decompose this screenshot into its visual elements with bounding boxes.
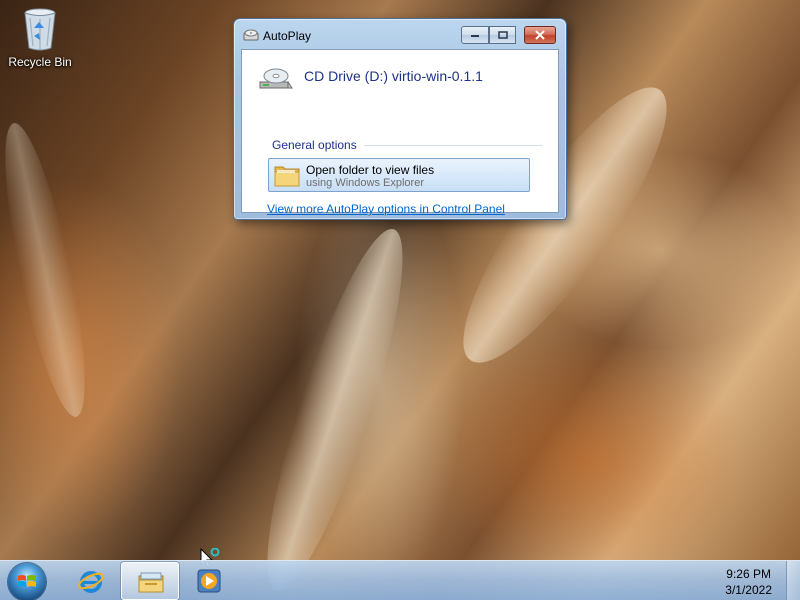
close-button[interactable] — [524, 26, 556, 44]
open-folder-option[interactable]: Open folder to view files using Windows … — [268, 158, 530, 192]
taskbar-windows-explorer[interactable] — [121, 562, 179, 600]
taskbar: 9:26 PM 3/1/2022 — [0, 560, 800, 600]
clock-time: 9:26 PM — [726, 567, 771, 581]
wallpaper-highlight — [0, 118, 101, 422]
title-bar[interactable]: AutoPlay — [234, 19, 566, 49]
windows-logo-icon — [17, 573, 37, 591]
option-subtitle: using Windows Explorer — [306, 177, 424, 189]
show-desktop-button[interactable] — [786, 561, 800, 600]
internet-explorer-icon — [77, 567, 105, 595]
desktop-icon-recycle-bin[interactable]: Recycle Bin — [6, 6, 74, 69]
clock-date: 3/1/2022 — [725, 583, 772, 597]
taskbar-internet-explorer[interactable] — [62, 562, 120, 600]
window-title: AutoPlay — [263, 29, 312, 43]
drive-title: CD Drive (D:) virtio-win-0.1.1 — [304, 68, 483, 84]
cd-drive-icon — [258, 66, 294, 96]
folder-library-icon — [137, 568, 165, 596]
autoplay-window: AutoPlay CD Drive (D:) virtio-win-0.1.1 — [233, 18, 567, 220]
close-icon — [535, 30, 545, 40]
media-player-icon — [195, 567, 223, 595]
start-button[interactable] — [8, 563, 46, 600]
wallpaper-highlight — [242, 218, 428, 600]
recycle-bin-icon — [20, 6, 60, 52]
maximize-button[interactable] — [489, 26, 516, 44]
system-clock[interactable]: 9:26 PM 3/1/2022 — [725, 566, 772, 598]
maximize-icon — [497, 31, 508, 39]
autoplay-icon — [243, 27, 259, 41]
taskbar-media-player[interactable] — [180, 562, 238, 600]
minimize-icon — [471, 35, 479, 37]
minimize-button[interactable] — [461, 26, 489, 44]
dialog-content: CD Drive (D:) virtio-win-0.1.1 General o… — [241, 49, 559, 216]
folder-icon — [273, 161, 301, 189]
control-panel-link[interactable]: View more AutoPlay options in Control Pa… — [267, 202, 505, 216]
general-options-heading: General options — [272, 138, 357, 152]
option-title: Open folder to view files — [306, 163, 435, 177]
group-divider — [364, 145, 542, 146]
desktop-icon-label: Recycle Bin — [8, 55, 72, 69]
